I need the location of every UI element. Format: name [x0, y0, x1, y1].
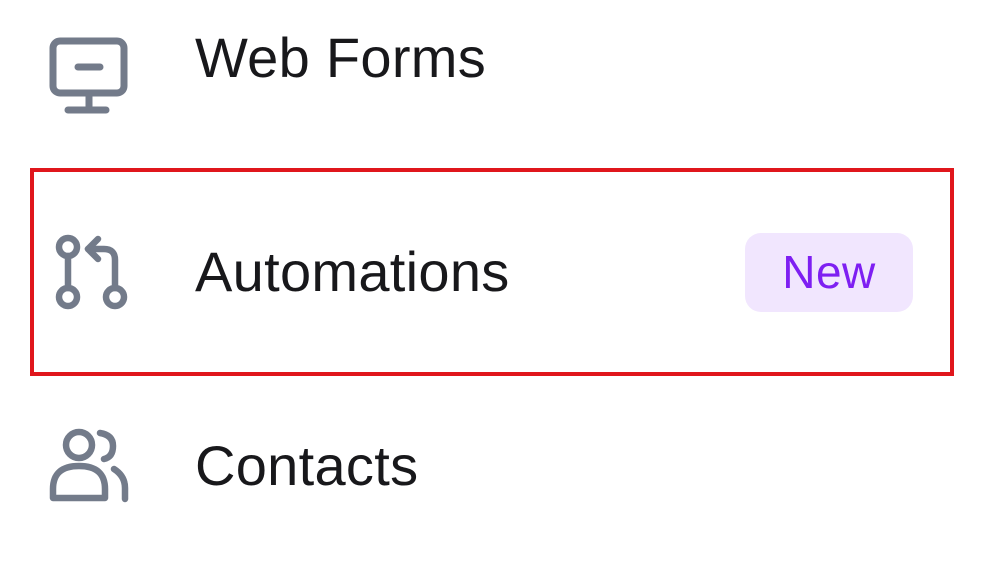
sidebar-item-label: Contacts	[195, 434, 419, 497]
users-icon	[48, 426, 132, 510]
sidebar-item-contacts[interactable]: Contacts	[30, 360, 954, 568]
monitor-icon	[48, 36, 132, 120]
sidebar-nav: Web Forms Automations New Contacts	[0, 0, 990, 583]
sidebar-item-label: Automations	[195, 240, 510, 303]
sidebar-item-label: Web Forms	[195, 26, 487, 89]
git-pull-request-icon	[52, 230, 136, 314]
new-badge: New	[745, 233, 913, 312]
sidebar-item-web-forms[interactable]: Web Forms	[30, 0, 954, 182]
sidebar-item-automations[interactable]: Automations New	[30, 168, 954, 376]
